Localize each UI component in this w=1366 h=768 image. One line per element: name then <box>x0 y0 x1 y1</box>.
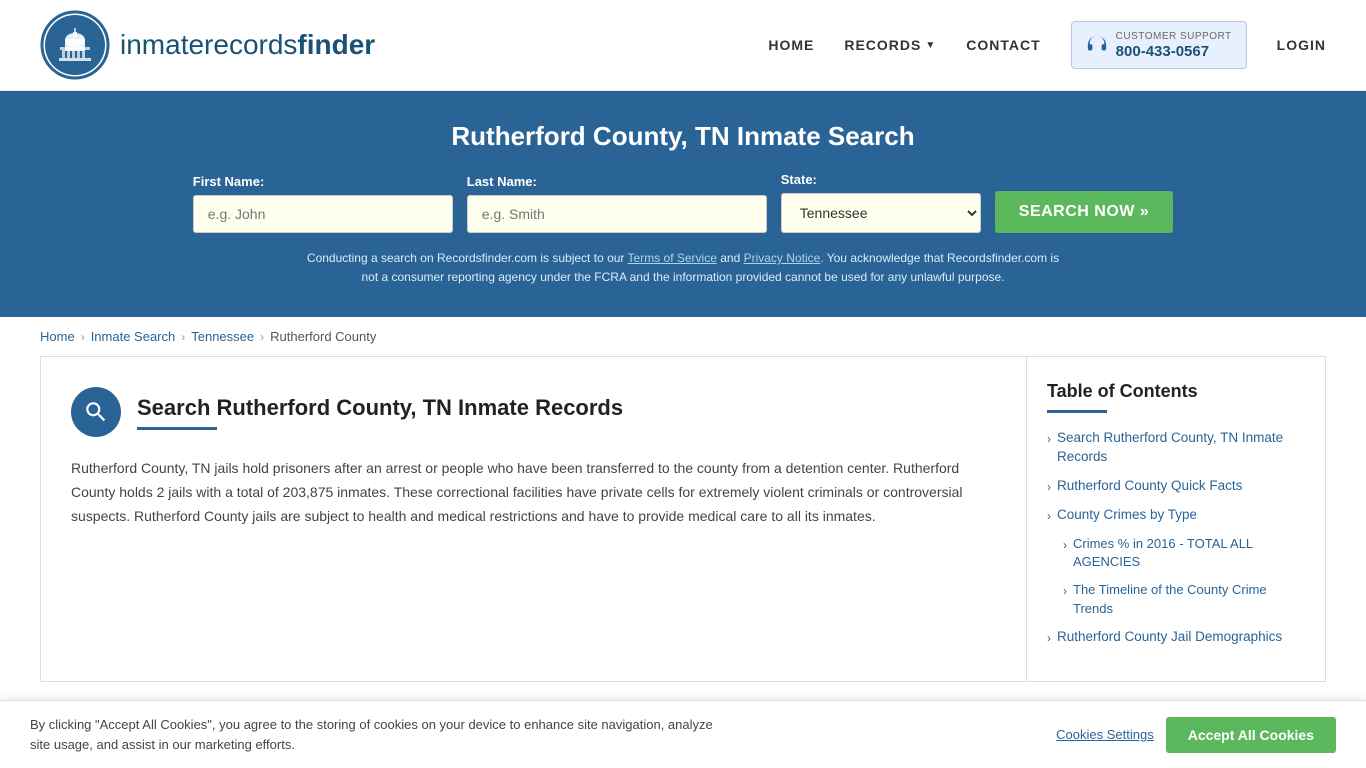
last-name-label: Last Name: <box>467 174 537 189</box>
logo-text: inmaterecordsfinder <box>120 29 375 61</box>
nav-area: HOME RECORDS ▼ CONTACT CUSTOMER SUPPORT … <box>768 21 1326 69</box>
main-content: Search Rutherford County, TN Inmate Reco… <box>0 356 1366 681</box>
nav-home[interactable]: HOME <box>768 37 814 53</box>
first-name-group: First Name: <box>193 174 453 233</box>
breadcrumb-tennessee[interactable]: Tennessee <box>191 329 254 344</box>
chevron-icon-3: › <box>1047 508 1051 525</box>
breadcrumb-sep-3: › <box>260 330 264 344</box>
nav-records[interactable]: RECORDS ▼ <box>844 37 936 53</box>
search-icon <box>83 399 109 425</box>
logo-icon <box>40 10 110 80</box>
cookies-settings-button[interactable]: Cookies Settings <box>1056 727 1154 742</box>
hero-section: Rutherford County, TN Inmate Search Firs… <box>0 91 1366 317</box>
chevron-icon-1: › <box>1047 431 1051 448</box>
breadcrumb-sep-1: › <box>81 330 85 344</box>
terms-link[interactable]: Terms of Service <box>628 251 717 265</box>
content-area: Search Rutherford County, TN Inmate Reco… <box>40 356 1026 681</box>
chevron-icon-2: › <box>1047 479 1051 496</box>
search-icon-circle <box>71 387 121 437</box>
breadcrumb-inmate-search[interactable]: Inmate Search <box>91 329 176 344</box>
section-body-text: Rutherford County, TN jails hold prisone… <box>71 457 996 528</box>
chevron-icon-6: › <box>1047 630 1051 647</box>
last-name-input[interactable] <box>467 195 767 233</box>
headset-icon <box>1086 34 1108 56</box>
toc-item-5[interactable]: › The Timeline of the County Crime Trend… <box>1047 581 1305 617</box>
breadcrumb-current: Rutherford County <box>270 329 376 344</box>
sidebar: Table of Contents › Search Rutherford Co… <box>1026 356 1326 681</box>
hero-disclaimer: Conducting a search on Recordsfinder.com… <box>303 249 1063 287</box>
toc-divider <box>1047 410 1107 413</box>
nav-contact[interactable]: CONTACT <box>966 37 1040 53</box>
nav-login[interactable]: LOGIN <box>1277 37 1326 53</box>
search-form: First Name: Last Name: State: Tennessee … <box>40 172 1326 233</box>
state-label: State: <box>781 172 817 187</box>
section-title-underline <box>137 427 217 430</box>
toc-title: Table of Contents <box>1047 381 1305 402</box>
support-info: CUSTOMER SUPPORT 800-433-0567 <box>1116 30 1232 60</box>
chevron-down-icon: ▼ <box>925 40 936 51</box>
hero-title: Rutherford County, TN Inmate Search <box>40 121 1326 152</box>
toc-item-3[interactable]: › County Crimes by Type <box>1047 506 1305 525</box>
search-now-button[interactable]: SEARCH NOW » <box>995 191 1173 233</box>
breadcrumb-home[interactable]: Home <box>40 329 75 344</box>
first-name-label: First Name: <box>193 174 265 189</box>
breadcrumb-sep-2: › <box>181 330 185 344</box>
state-select[interactable]: Tennessee <box>781 193 981 233</box>
first-name-input[interactable] <box>193 195 453 233</box>
chevron-icon-5: › <box>1063 583 1067 600</box>
toc-item-1[interactable]: › Search Rutherford County, TN Inmate Re… <box>1047 429 1305 467</box>
privacy-link[interactable]: Privacy Notice <box>744 251 821 265</box>
cookie-banner: By clicking "Accept All Cookies", you ag… <box>0 700 1366 768</box>
cookie-buttons: Cookies Settings Accept All Cookies <box>1056 717 1336 753</box>
section-header: Search Rutherford County, TN Inmate Reco… <box>71 387 996 437</box>
accept-all-cookies-button[interactable]: Accept All Cookies <box>1166 717 1336 753</box>
section-title: Search Rutherford County, TN Inmate Reco… <box>137 395 623 421</box>
header: inmaterecordsfinder HOME RECORDS ▼ CONTA… <box>0 0 1366 91</box>
logo-area: inmaterecordsfinder <box>40 10 375 80</box>
breadcrumb: Home › Inmate Search › Tennessee › Ruthe… <box>0 317 1366 356</box>
cookie-text: By clicking "Accept All Cookies", you ag… <box>30 715 730 754</box>
section-title-block: Search Rutherford County, TN Inmate Reco… <box>137 395 623 430</box>
state-group: State: Tennessee <box>781 172 981 233</box>
chevron-icon-4: › <box>1063 537 1067 554</box>
toc-item-2[interactable]: › Rutherford County Quick Facts <box>1047 477 1305 496</box>
customer-support-box[interactable]: CUSTOMER SUPPORT 800-433-0567 <box>1071 21 1247 69</box>
toc-item-4[interactable]: › Crimes % in 2016 - TOTAL ALL AGENCIES <box>1047 535 1305 571</box>
last-name-group: Last Name: <box>467 174 767 233</box>
toc-item-6[interactable]: › Rutherford County Jail Demographics <box>1047 628 1305 647</box>
